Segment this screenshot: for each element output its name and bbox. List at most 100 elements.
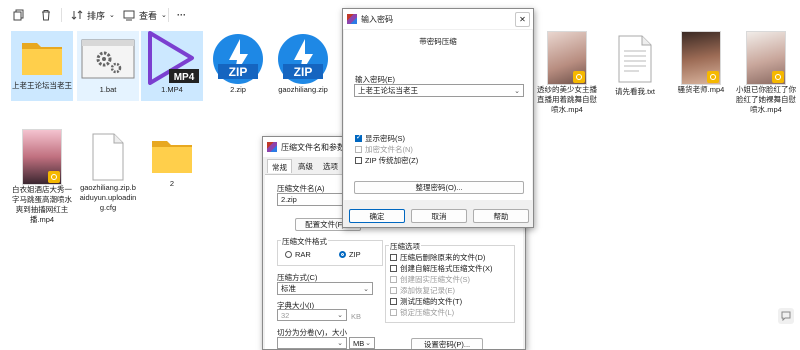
checkbox-label: ZIP 传统加密(Z) — [365, 156, 419, 165]
dialog-titlebar: 输入密码 — [343, 9, 533, 29]
encrypt-names-checkbox[interactable]: 加密文件名(N) — [355, 144, 413, 155]
show-password-checkbox[interactable]: 显示密码(S) — [355, 133, 405, 144]
video-badge-icon — [48, 171, 60, 183]
checkbox-icon — [390, 298, 397, 305]
file-tile[interactable]: 透纱的美少女主播直播用着跳舞自慰喷水.mp4 — [536, 31, 598, 121]
option-label: 创建自解压格式压缩文件(X) — [400, 264, 493, 273]
file-tile[interactable]: 请先看我.txt — [604, 31, 666, 101]
chevron-down-icon: ⌄ — [337, 340, 343, 347]
set-password-button[interactable]: 设置密码(P)... — [411, 338, 483, 349]
dict-value: 32 — [281, 310, 290, 320]
checkbox-label: 加密文件名(N) — [365, 145, 413, 154]
file-tile[interactable]: ZIP gaozhiliang.zip — [272, 31, 334, 101]
format-label: 压缩文件格式 — [281, 236, 328, 247]
zip-icon: ZIP — [277, 33, 329, 85]
radio-selected-icon — [339, 251, 346, 258]
file-name: 透纱的美少女主播直播用着跳舞自慰喷水.mp4 — [537, 85, 597, 114]
checkbox-icon — [390, 265, 397, 272]
dialog-heading: 带密码压缩 — [419, 37, 457, 46]
view-button[interactable]: 查看 ⌄ — [123, 7, 167, 23]
dialog-title: 压缩文件名和参数 — [281, 142, 345, 152]
password-input[interactable]: 上老王论坛当老王 ⌄ — [354, 84, 524, 97]
view-icon — [123, 10, 135, 21]
file-tile[interactable]: 上老王论坛当老王 — [11, 31, 73, 101]
checkbox-icon — [390, 276, 397, 283]
method-value: 标准 — [281, 284, 296, 293]
method-select[interactable]: 标准 ⌄ — [277, 282, 373, 295]
video-thumbnail — [547, 31, 587, 85]
option-label: 添加恢复记录(E) — [400, 286, 455, 295]
file-tile[interactable]: 骚货老师.mp4 — [670, 31, 732, 101]
format-zip-label: ZIP — [349, 250, 361, 259]
zip-icon: ZIP — [212, 33, 264, 85]
checkbox-icon — [355, 157, 362, 164]
file-tile[interactable]: 小姐已你脸红了你脸红了她裸舞自慰喷水.mp4 — [735, 31, 797, 121]
file-name: 2.zip — [230, 85, 246, 94]
winrar-icon — [347, 14, 357, 24]
file-name: 小姐已你脸红了你脸红了她裸舞自慰喷水.mp4 — [736, 85, 796, 114]
mp4-icon: MP4 — [144, 31, 200, 85]
cancel-button[interactable]: 取消 — [411, 209, 467, 223]
option-test[interactable]: 测试压缩的文件(T) — [390, 296, 462, 307]
tab-options[interactable]: 选项 — [319, 159, 342, 173]
option-recovery[interactable]: 添加恢复记录(E) — [390, 285, 455, 296]
option-solid[interactable]: 创建固实压缩文件(S) — [390, 274, 470, 285]
file-tile[interactable]: MP4 1.MP4 — [141, 31, 203, 101]
format-rar-radio[interactable]: RAR — [285, 250, 311, 259]
chevron-down-icon: ⌄ — [365, 340, 371, 347]
checkbox-icon — [390, 287, 397, 294]
sort-button[interactable]: 排序 ⌄ — [71, 7, 115, 23]
toolbar-divider — [61, 8, 62, 22]
sort-icon — [71, 10, 83, 20]
help-button[interactable]: 帮助 — [473, 209, 529, 223]
option-label: 测试压缩的文件(T) — [400, 297, 463, 306]
file-tile[interactable]: 白衣姐酒店大秀一字马跳蛋高潮喷水爽到抽搐网红主播.mp4 — [11, 129, 73, 229]
more-button[interactable]: ··· — [177, 7, 186, 23]
delete-button[interactable] — [40, 7, 52, 23]
toolbar-divider — [168, 8, 169, 22]
copy-button[interactable] — [13, 7, 25, 23]
zip-legacy-checkbox[interactable]: ZIP 传统加密(Z) — [355, 155, 418, 166]
file-tile[interactable]: ZIP 2.zip — [207, 31, 269, 101]
file-name: gaozhiliang.zip.baiduyun.uploading.cfg — [79, 183, 137, 212]
file-name: 上老王论坛当老王 — [12, 81, 72, 90]
sort-label: 排序 — [87, 10, 106, 21]
video-thumbnail — [746, 31, 786, 85]
chat-button[interactable] — [778, 308, 794, 324]
mp4-badge-text: MP4 — [174, 72, 195, 83]
file-name: gaozhiliang.zip — [278, 85, 328, 94]
chevron-down-icon: ⌄ — [514, 87, 520, 95]
password-dialog: 输入密码 ✕ 带密码压缩 输入密码(E) 上老王论坛当老王 ⌄ 显示密码(S) … — [342, 8, 534, 228]
file-name: 2 — [169, 179, 175, 188]
option-lock[interactable]: 锁定压缩文件(L) — [390, 307, 454, 318]
option-delete-after[interactable]: 压缩后删除原来的文件(D) — [390, 252, 485, 263]
zip-badge-text: ZIP — [229, 65, 248, 79]
close-icon: ✕ — [519, 15, 526, 24]
split-unit: MB — [353, 338, 365, 348]
file-tile[interactable]: 2 — [141, 129, 203, 199]
split-unit-select[interactable]: MB ⌄ — [349, 337, 375, 349]
ok-button[interactable]: 确定 — [349, 209, 405, 223]
zip-badge-text: ZIP — [294, 65, 313, 79]
option-sfx[interactable]: 创建自解压格式压缩文件(X) — [390, 263, 493, 274]
file-icon — [91, 133, 125, 181]
options-label: 压缩选项 — [389, 241, 421, 252]
tab-general[interactable]: 常规 — [267, 159, 292, 173]
trash-icon — [42, 10, 50, 21]
option-label: 锁定压缩文件(L) — [400, 308, 455, 317]
file-name: 白衣姐酒店大秀一字马跳蛋高潮喷水爽到抽搐网红主播.mp4 — [12, 185, 72, 224]
file-tile[interactable]: gaozhiliang.zip.baiduyun.uploading.cfg — [77, 129, 139, 229]
organize-passwords-button[interactable]: 整理密码(O)... — [354, 181, 524, 194]
tab-advanced[interactable]: 高级 — [294, 159, 317, 173]
more-label: ··· — [177, 10, 186, 20]
format-zip-radio[interactable]: ZIP — [339, 250, 361, 259]
file-tile[interactable]: 1.bat — [77, 31, 139, 101]
text-file-icon — [617, 35, 653, 83]
format-rar-label: RAR — [295, 250, 311, 259]
winrar-icon — [267, 142, 277, 152]
split-size-input[interactable]: ⌄ — [277, 337, 347, 349]
view-label: 查看 — [139, 10, 158, 21]
dict-select[interactable]: 32 ⌄ — [277, 309, 347, 321]
chevron-down-icon: ⌄ — [109, 12, 115, 19]
close-button[interactable]: ✕ — [515, 12, 530, 27]
